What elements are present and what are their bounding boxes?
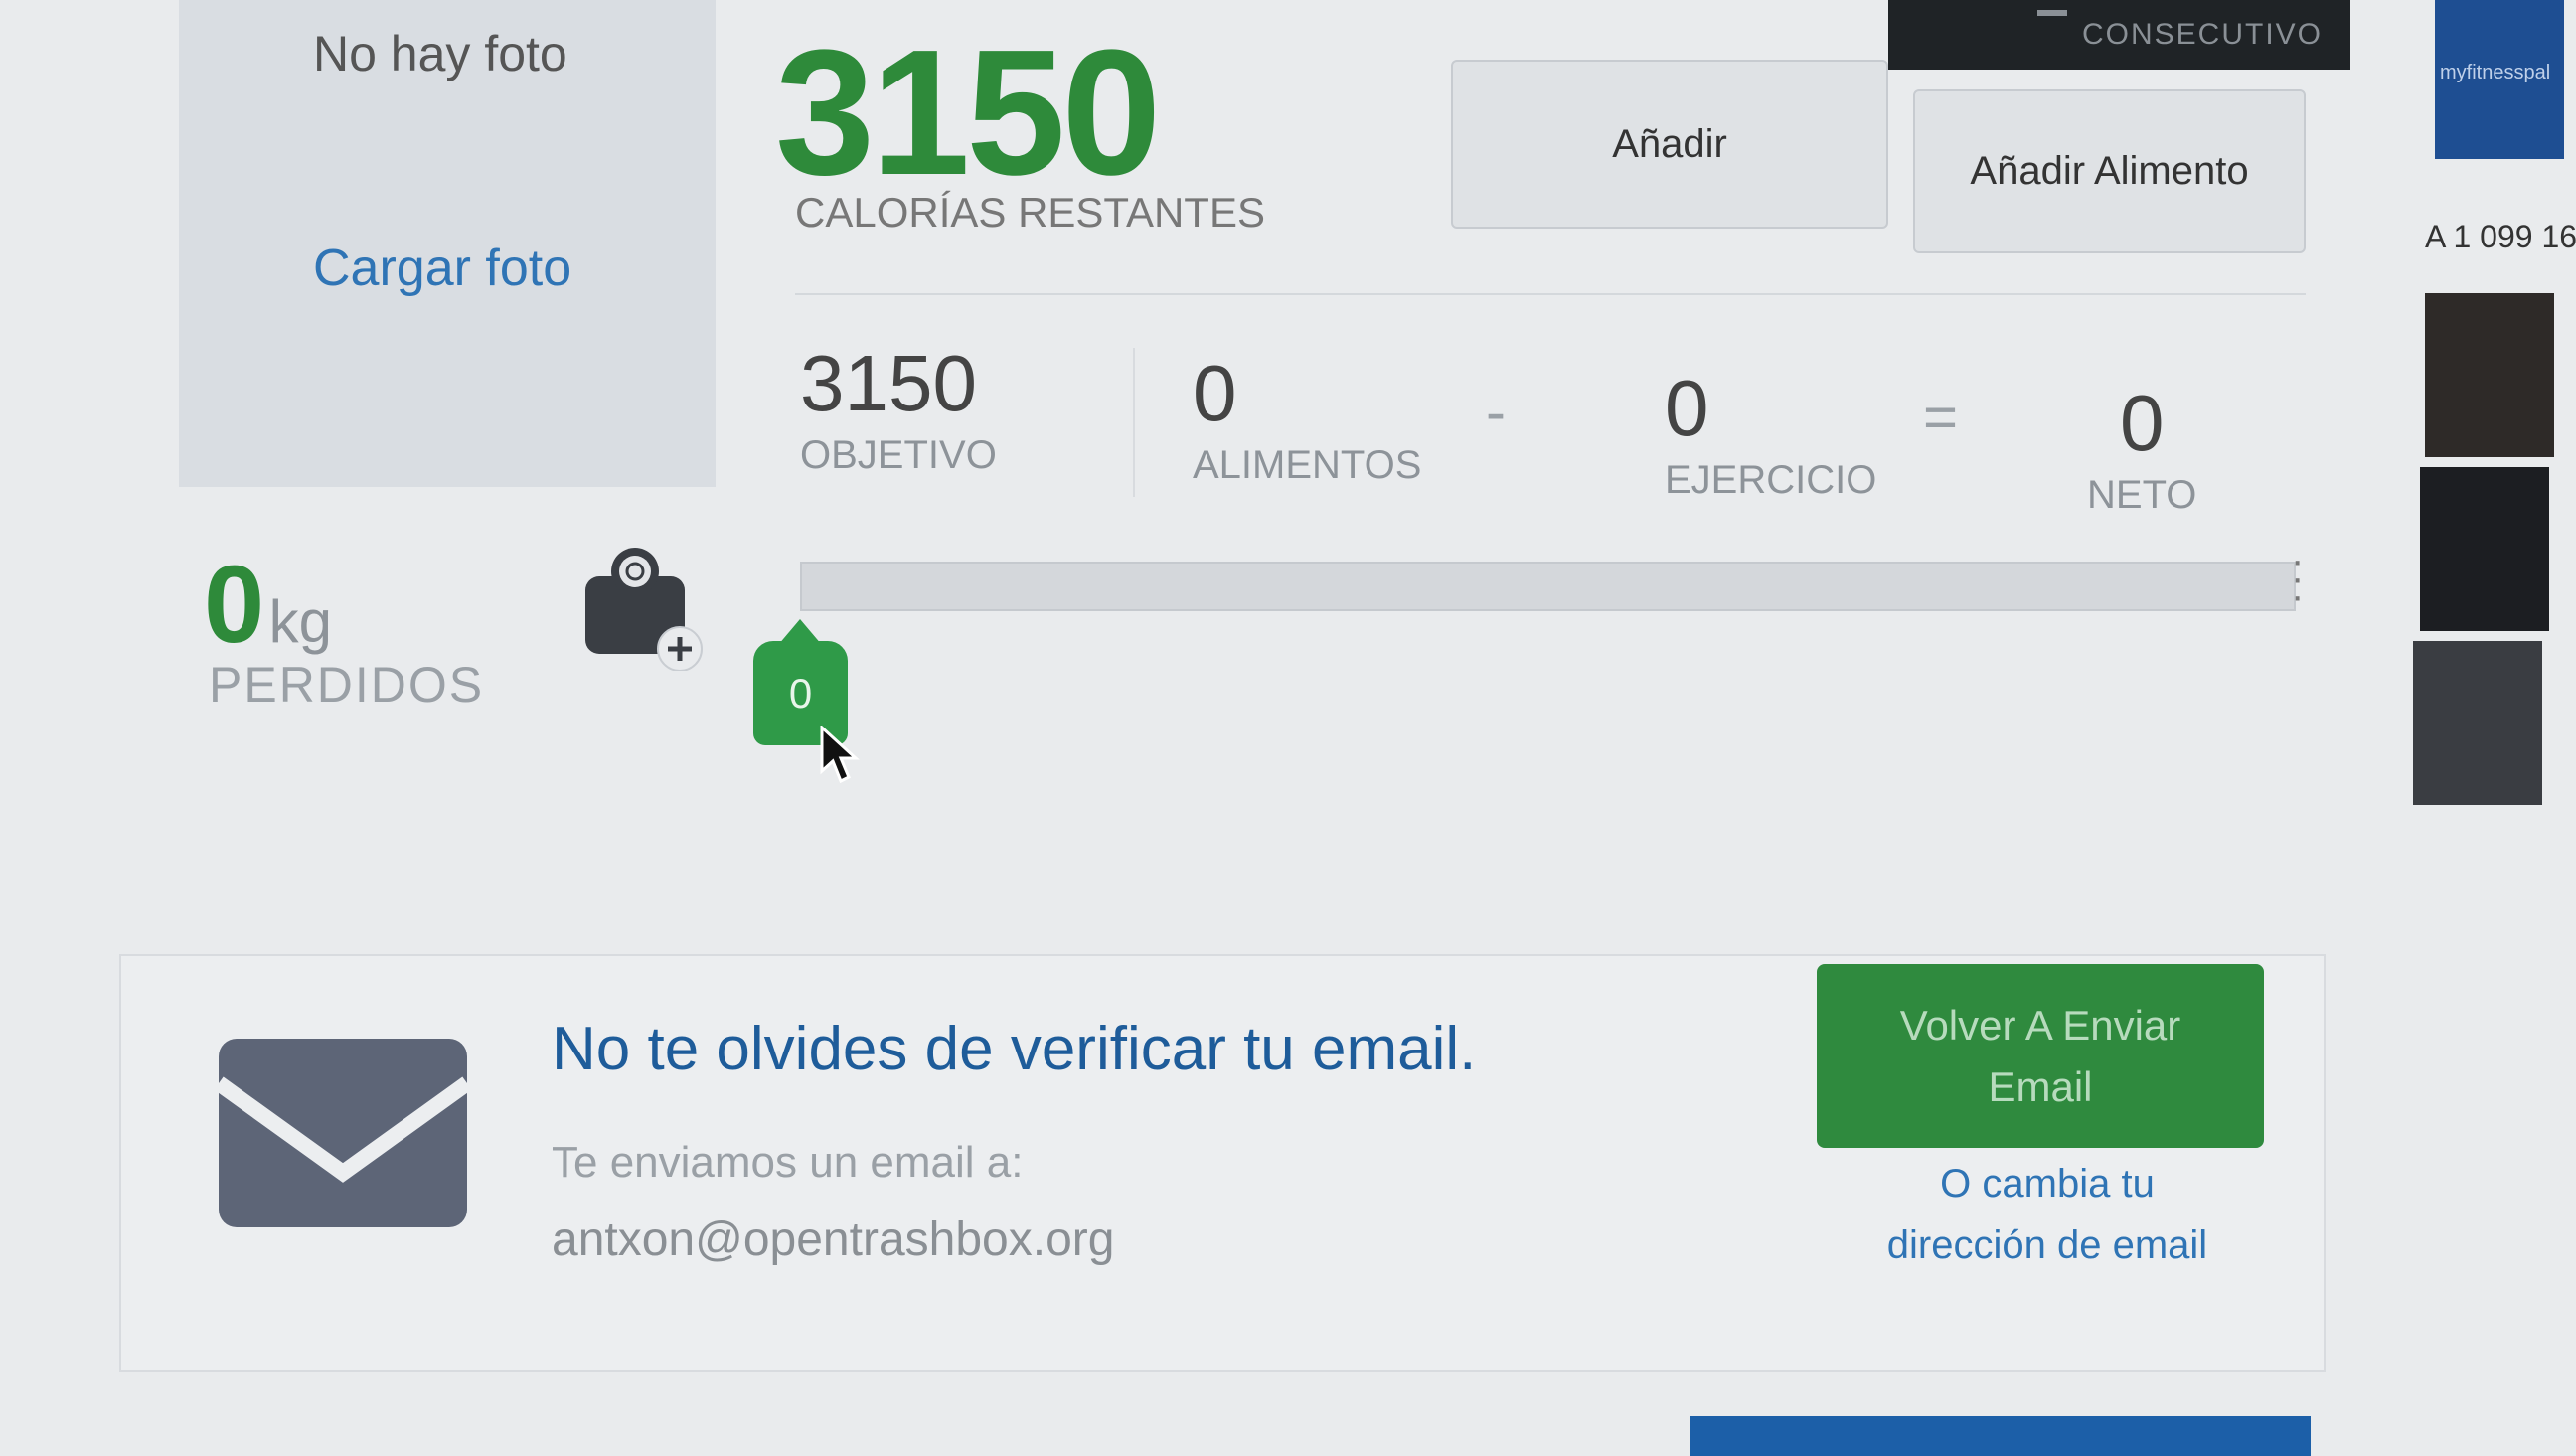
- user-email-address: antxon@opentrashbox.org: [552, 1213, 1115, 1266]
- food-label: ALIMENTOS: [1193, 443, 1422, 487]
- net-value: 0: [2119, 379, 2165, 467]
- weight-lost-label: PERDIDOS: [209, 657, 485, 713]
- weigh-in-scale-icon[interactable]: [581, 542, 711, 671]
- resend-email-button[interactable]: Volver A Enviar Email: [1817, 964, 2264, 1148]
- goal-stat: 3150 OBJETIVO: [800, 338, 997, 478]
- exercise-label: EJERCICIO: [1665, 458, 1877, 502]
- member-count-text: A 1 099 16: [2425, 219, 2576, 254]
- divider: [795, 293, 2306, 295]
- resend-label-line1: Volver A Enviar: [1899, 1001, 2181, 1049]
- exercise-stat: 0 EJERCICIO: [1665, 363, 1876, 503]
- minus-icon: [2037, 10, 2067, 16]
- net-label: NETO: [2087, 473, 2197, 517]
- goal-value: 3150: [800, 339, 977, 427]
- minus-operator: -: [1486, 379, 1506, 445]
- weight-lost-value: 0: [204, 544, 265, 666]
- top-bar: CONSECUTIVO: [1888, 0, 2350, 70]
- photo-panel: No hay foto Cargar foto: [179, 0, 716, 487]
- weight-lost: 0 kg: [204, 542, 332, 668]
- exercise-value: 0: [1665, 364, 1709, 452]
- weight-unit: kg: [268, 588, 333, 655]
- food-stat: 0 ALIMENTOS: [1193, 348, 1421, 488]
- food-value: 0: [1193, 349, 1237, 437]
- verify-email-subtitle: Te enviamos un email a:: [552, 1138, 1024, 1187]
- change-email-link[interactable]: O cambia tu dirección de email: [1868, 1153, 2226, 1276]
- friend-photo[interactable]: [2425, 293, 2554, 457]
- calories-remaining-value: 3150: [775, 13, 1161, 213]
- friend-photo[interactable]: [2420, 467, 2549, 631]
- add-button[interactable]: Añadir: [1451, 60, 1888, 229]
- add-food-button[interactable]: Añadir Alimento: [1913, 89, 2306, 253]
- upload-photo-link[interactable]: Cargar foto: [313, 239, 571, 298]
- calories-remaining-label: CALORÍAS RESTANTES: [795, 189, 1265, 236]
- equals-operator: =: [1923, 384, 1959, 450]
- brand-label: myfitnesspal: [2440, 62, 2551, 83]
- no-photo-text: No hay foto: [313, 26, 567, 81]
- envelope-icon: [219, 1039, 467, 1227]
- goal-label: OBJETIVO: [800, 433, 997, 477]
- calorie-progress-bar: [800, 562, 2296, 611]
- mouse-cursor-icon: [820, 726, 860, 784]
- friend-photo[interactable]: [2413, 641, 2542, 805]
- change-link-line2: dirección de email: [1886, 1223, 2208, 1267]
- streak-label: CONSECUTIVO: [2082, 18, 2324, 51]
- net-stat: 0 NETO: [2087, 378, 2196, 518]
- footer-strip: [1690, 1416, 2311, 1456]
- change-link-line1: O cambia tu: [1940, 1162, 2155, 1206]
- stat-separator: [1133, 348, 1135, 497]
- progress-end-marker: · · ·: [2291, 539, 2305, 618]
- verify-email-title: No te olvides de verificar tu email.: [552, 1015, 1477, 1083]
- resend-label-line2: Email: [1988, 1062, 2093, 1110]
